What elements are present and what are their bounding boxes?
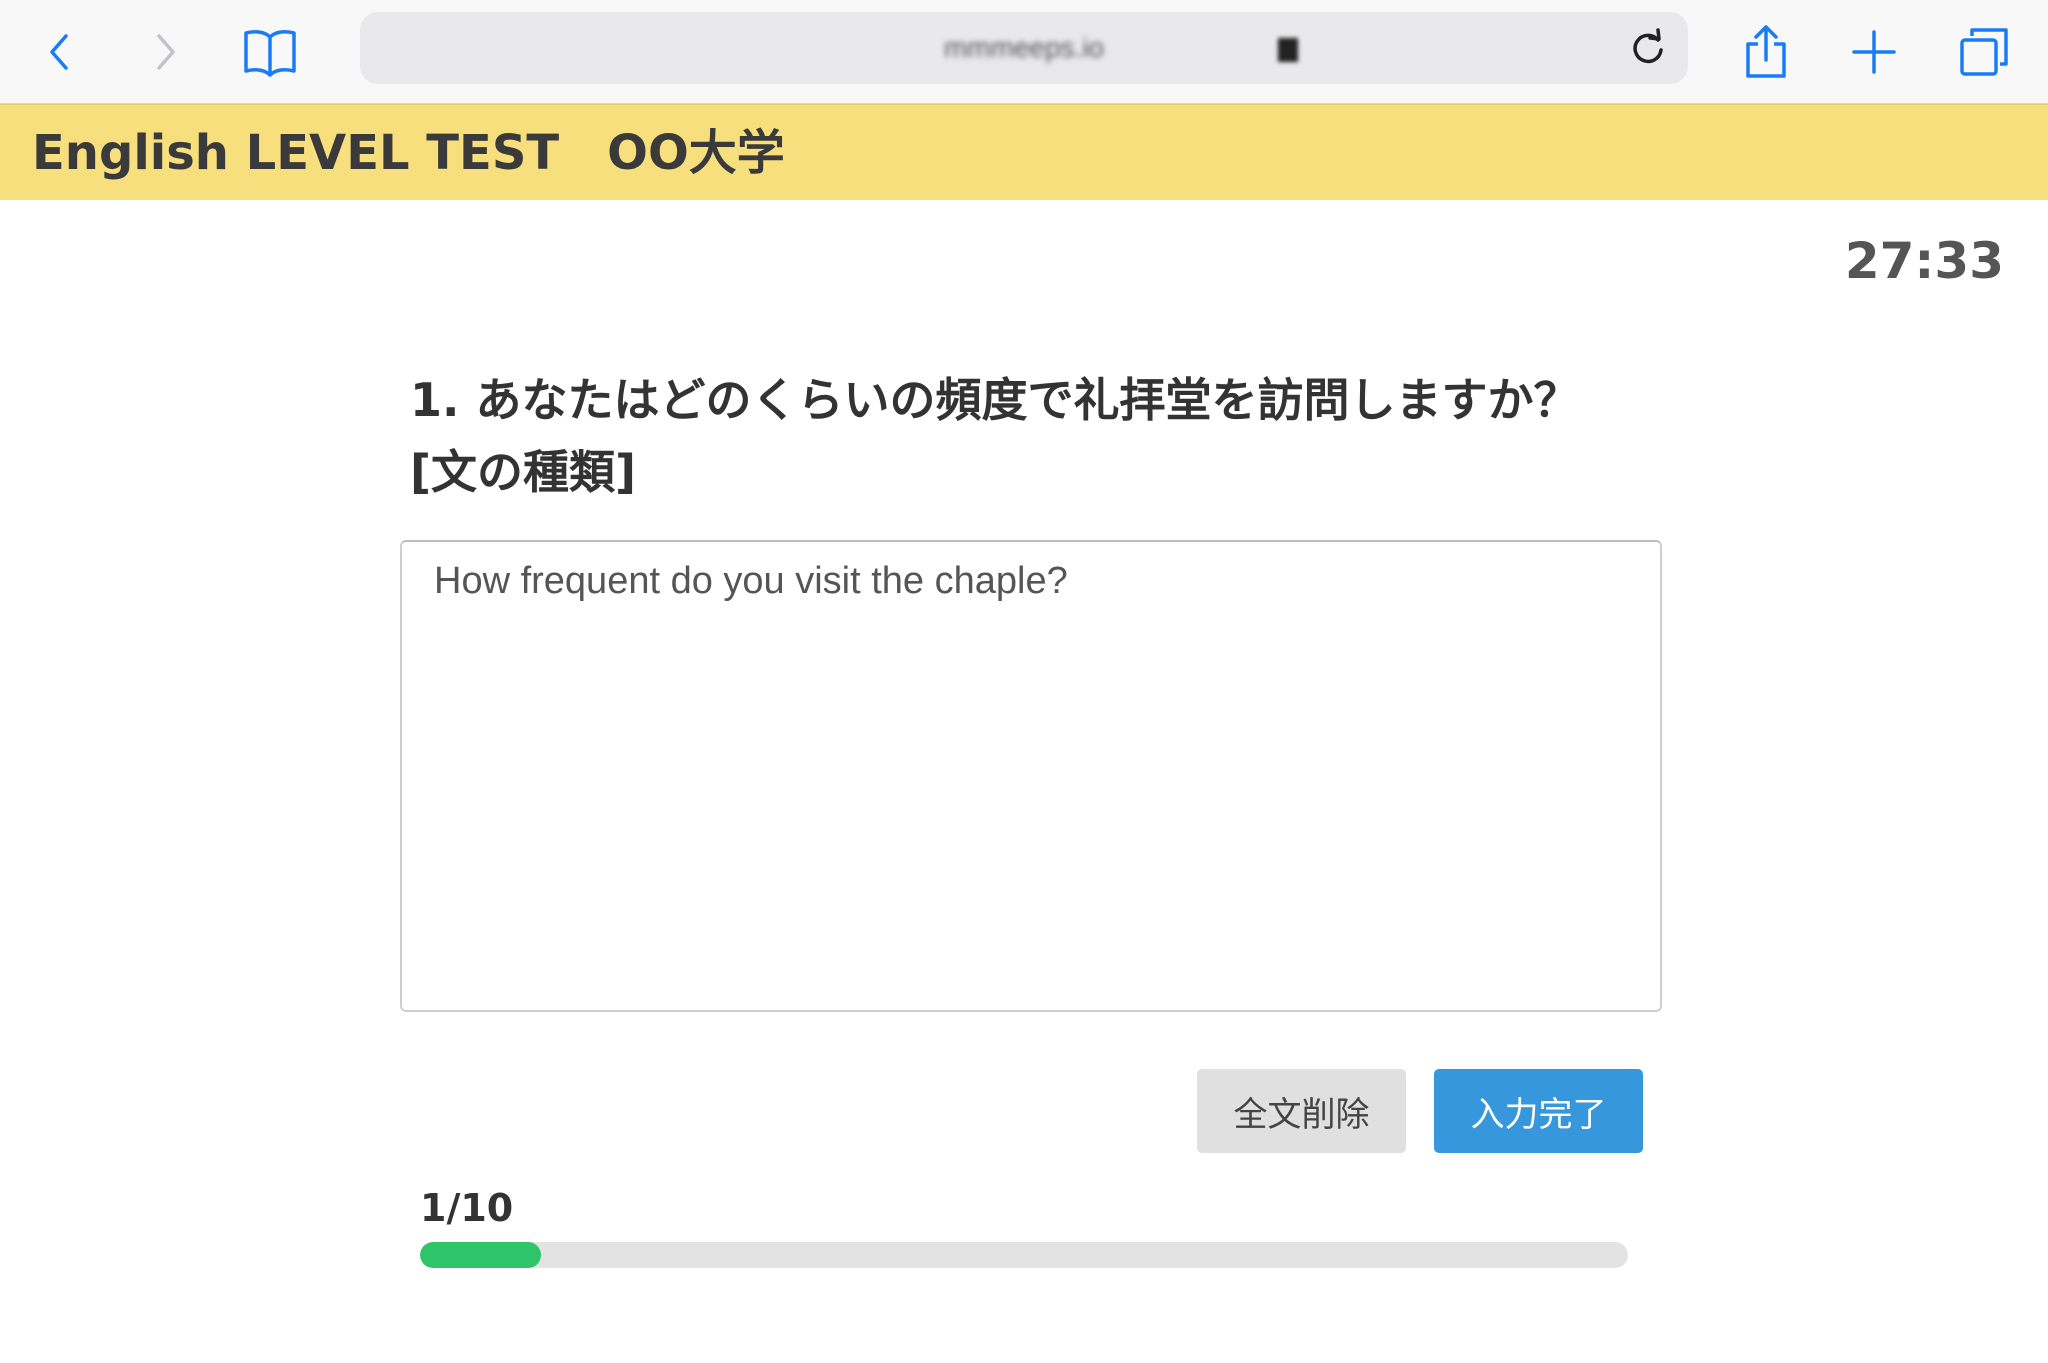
- book-icon: [244, 30, 296, 77]
- address-text: mmmeeps.io: [943, 32, 1105, 63]
- new-tab-button[interactable]: [1842, 20, 1906, 84]
- back-button[interactable]: [28, 20, 92, 84]
- chevron-right-icon: [157, 34, 175, 70]
- reload-icon: [1633, 28, 1663, 64]
- clear-all-button[interactable]: 全文削除: [1197, 1069, 1406, 1153]
- progress-bar: [420, 1242, 1628, 1268]
- page-header: English LEVEL TEST OO大学: [0, 104, 2048, 200]
- share-icon: [1746, 25, 1786, 78]
- countdown-timer: 27:33: [1844, 232, 2004, 290]
- browser-toolbar: mmmeeps.io: [0, 0, 2048, 104]
- reload-button[interactable]: [1626, 26, 1670, 70]
- bookmarks-button[interactable]: [238, 20, 302, 84]
- answer-textarea[interactable]: How frequent do you visit the chaple?: [400, 540, 1662, 1012]
- page-title: English LEVEL TEST OO大学: [32, 125, 785, 181]
- forward-button[interactable]: [133, 20, 197, 84]
- address-bar[interactable]: mmmeeps.io: [360, 12, 1688, 84]
- tabs-icon: [1960, 28, 2008, 76]
- submit-button[interactable]: 入力完了: [1434, 1069, 1643, 1153]
- share-button[interactable]: [1734, 20, 1798, 84]
- plus-icon: [1852, 30, 1896, 74]
- progress-bar-fill: [420, 1242, 541, 1268]
- chevron-left-icon: [50, 34, 68, 70]
- progress-label: 1/10: [420, 1186, 514, 1230]
- question-category: [文の種類]: [410, 445, 637, 499]
- tabs-button[interactable]: [1952, 20, 2016, 84]
- question-prompt: 1. あなたはどのくらいの頻度で礼拝堂を訪問しますか？: [410, 373, 1580, 427]
- question-text: 1. あなたはどのくらいの頻度で礼拝堂を訪問しますか？ [文の種類]: [410, 364, 1670, 508]
